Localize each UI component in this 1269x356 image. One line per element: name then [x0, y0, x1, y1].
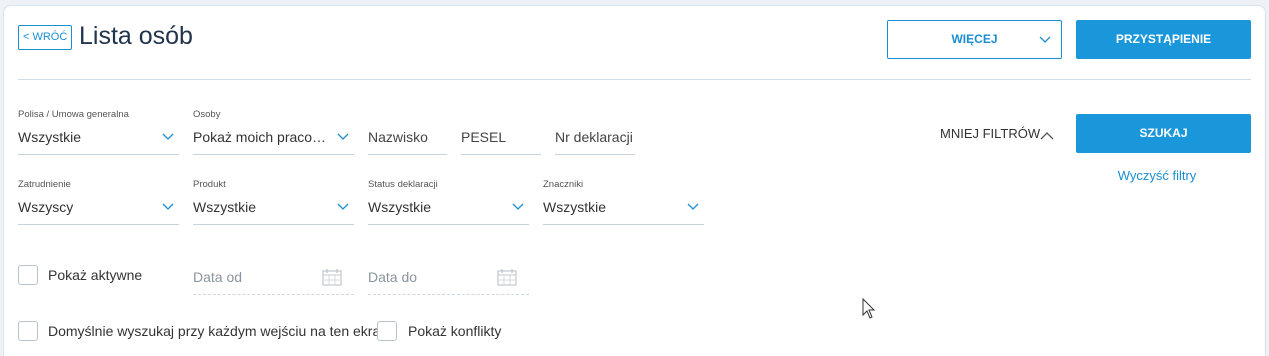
- chevron-down-icon: [161, 128, 175, 146]
- field-placeholder: Data do: [368, 269, 418, 285]
- fewer-filters-label: MNIEJ FILTRÓW: [940, 126, 1041, 141]
- field-label: Zatrudnienie: [18, 179, 71, 190]
- zatrudnienie-select[interactable]: Zatrudnienie Wszyscy: [18, 179, 179, 225]
- field-value: Wszyscy: [18, 199, 74, 215]
- field-label: Osoby: [193, 109, 221, 120]
- mouse-cursor-icon: [862, 297, 876, 325]
- more-dropdown-button[interactable]: WIĘCEJ: [887, 20, 1062, 59]
- field-value: Wszystkie: [368, 199, 431, 215]
- field-value: Wszystkie: [193, 199, 256, 215]
- show-conflicts-label: Pokaż konflikty: [408, 323, 502, 339]
- chevron-down-icon: [336, 128, 350, 146]
- osoby-select[interactable]: Osoby Pokaż moich praco…: [193, 109, 354, 155]
- default-search-checkbox[interactable]: [18, 321, 38, 341]
- field-value: Wszystkie: [543, 199, 606, 215]
- field-value: Wszystkie: [18, 129, 81, 145]
- chevron-down-icon: [511, 198, 525, 216]
- nr-deklaracji-input[interactable]: Nr deklaracji: [555, 109, 635, 155]
- chevron-down-icon: [336, 198, 350, 216]
- nazwisko-input[interactable]: Nazwisko: [368, 109, 447, 155]
- search-button[interactable]: SZUKAJ: [1076, 114, 1251, 153]
- field-label: Produkt: [193, 179, 226, 190]
- join-button[interactable]: PRZYSTĄPIENIE: [1076, 20, 1251, 59]
- field-value: Pokaż moich praco…: [193, 129, 327, 145]
- default-search-label: Domyślnie wyszukaj przy każdym wejściu n…: [48, 323, 389, 339]
- field-placeholder: Nr deklaracji: [555, 129, 633, 145]
- page-title: Lista osób: [79, 22, 193, 50]
- clear-filters-link[interactable]: Wyczyść filtry: [1076, 168, 1238, 183]
- pesel-input[interactable]: PESEL: [461, 109, 541, 155]
- fewer-filters-toggle[interactable]: MNIEJ FILTRÓW: [940, 126, 1054, 141]
- show-active-checkbox[interactable]: [18, 265, 38, 285]
- back-button[interactable]: < WRÓĆ: [18, 25, 73, 50]
- field-placeholder: PESEL: [461, 129, 507, 145]
- field-label: Status deklaracji: [368, 179, 438, 190]
- chevron-down-icon: [161, 198, 175, 216]
- chevron-down-icon: [686, 198, 700, 216]
- field-label: Polisa / Umowa generalna: [18, 109, 129, 120]
- field-placeholder: Nazwisko: [368, 129, 428, 145]
- field-placeholder: Data od: [193, 269, 243, 285]
- field-label: Znaczniki: [543, 179, 584, 190]
- date-to-input[interactable]: Data do: [368, 249, 529, 295]
- header-divider: [18, 79, 1251, 80]
- status-deklaracji-select[interactable]: Status deklaracji Wszystkie: [368, 179, 529, 225]
- calendar-icon[interactable]: [322, 268, 342, 291]
- polisa-select[interactable]: Polisa / Umowa generalna Wszystkie: [18, 109, 179, 155]
- calendar-icon[interactable]: [497, 268, 517, 291]
- chevron-down-icon: [1038, 21, 1052, 73]
- show-active-label: Pokaż aktywne: [48, 267, 143, 283]
- show-conflicts-checkbox[interactable]: [377, 321, 397, 341]
- more-label: WIĘCEJ: [951, 32, 998, 46]
- chevron-up-icon: [1039, 129, 1055, 144]
- produkt-select[interactable]: Produkt Wszystkie: [193, 179, 354, 225]
- znaczniki-select[interactable]: Znaczniki Wszystkie: [543, 179, 704, 225]
- date-from-input[interactable]: Data od: [193, 249, 354, 295]
